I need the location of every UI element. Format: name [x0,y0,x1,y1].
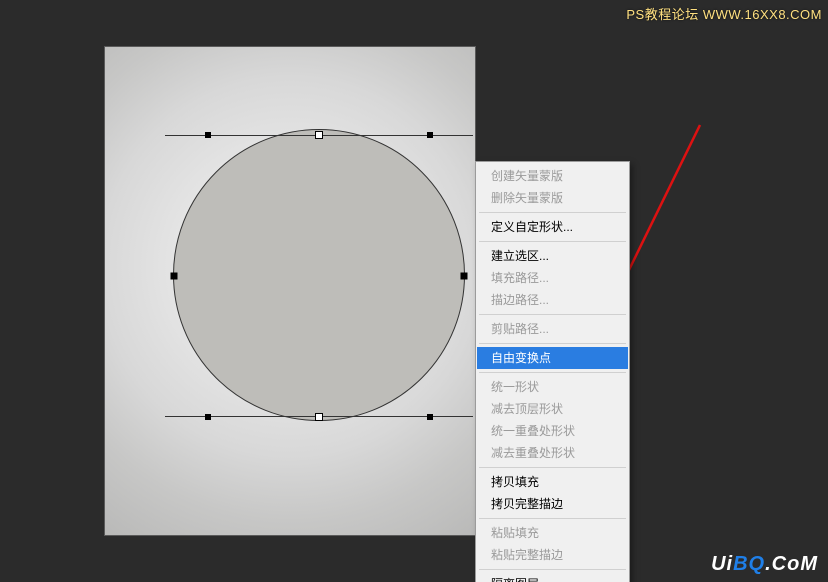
menu-item: 填充路径... [477,267,628,289]
menu-item: 统一重叠处形状 [477,420,628,442]
menu-separator [479,241,626,242]
menu-item: 剪贴路径... [477,318,628,340]
menu-item: 减去顶层形状 [477,398,628,420]
menu-separator [479,212,626,213]
menu-item[interactable]: 自由变换点 [477,347,628,369]
menu-item[interactable]: 建立选区... [477,245,628,267]
menu-separator [479,569,626,570]
menu-separator [479,467,626,468]
menu-item: 粘贴完整描边 [477,544,628,566]
watermark-text-top: PS教程论坛 WWW.16XX8.COM [626,4,822,23]
menu-separator [479,372,626,373]
menu-item[interactable]: 拷贝完整描边 [477,493,628,515]
bezier-handle[interactable] [205,414,211,420]
menu-item: 删除矢量蒙版 [477,187,628,209]
menu-item: 减去重叠处形状 [477,442,628,464]
anchor-bottom-mid[interactable] [315,413,323,421]
watermark-bq: BQ [733,553,765,575]
watermark-text-bottom: UiBQ.CoM [711,553,818,576]
bezier-handle[interactable] [427,414,433,420]
menu-separator [479,314,626,315]
path-bounding-box [165,135,473,417]
menu-item[interactable]: 定义自定形状... [477,216,628,238]
anchor-left[interactable] [171,273,178,280]
menu-item[interactable]: 隔离图层 [477,573,628,582]
anchor-top-mid[interactable] [315,131,323,139]
bezier-handle[interactable] [427,132,433,138]
bezier-handle[interactable] [205,132,211,138]
menu-item: 描边路径... [477,289,628,311]
menu-separator [479,518,626,519]
menu-item: 统一形状 [477,376,628,398]
menu-item[interactable]: 拷贝填充 [477,471,628,493]
menu-item: 创建矢量蒙版 [477,165,628,187]
watermark-ui: Ui [711,553,733,575]
menu-separator [479,343,626,344]
watermark-com: .CoM [765,553,818,575]
context-menu[interactable]: 创建矢量蒙版删除矢量蒙版定义自定形状... 建立选区...填充路径...描边路径.… [475,161,630,582]
document-canvas[interactable] [104,46,476,536]
menu-item: 粘贴填充 [477,522,628,544]
anchor-right[interactable] [460,273,467,280]
